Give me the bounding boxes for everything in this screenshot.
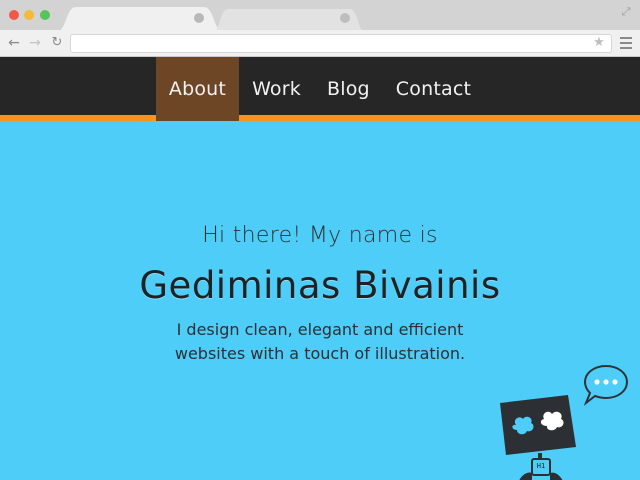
- chat-bubble-icon[interactable]: [582, 363, 630, 407]
- back-arrow-icon[interactable]: ←: [6, 34, 22, 52]
- close-window-button[interactable]: [9, 10, 19, 20]
- nav-item-blog[interactable]: Blog: [314, 57, 383, 121]
- hamburger-menu-icon[interactable]: [620, 37, 632, 49]
- hero-greeting: Hi there! My name is: [202, 223, 438, 248]
- nav-item-contact[interactable]: Contact: [383, 57, 484, 121]
- browser-tab-inactive[interactable]: [214, 7, 364, 31]
- reload-icon[interactable]: ↻: [49, 34, 65, 52]
- nav-item-work[interactable]: Work: [239, 57, 314, 121]
- tab-close-icon[interactable]: [194, 13, 204, 23]
- browser-tab-active[interactable]: [58, 7, 222, 31]
- robot-mascot-illustration: H1: [494, 389, 584, 480]
- hero-tagline: I design clean, elegant and efficient we…: [174, 320, 466, 363]
- browser-toolbar: ← → ↻ ★: [0, 30, 640, 57]
- site-navigation: About Work Blog Contact: [0, 57, 640, 121]
- forward-arrow-icon[interactable]: →: [27, 34, 43, 52]
- maximize-window-button[interactable]: [40, 10, 50, 20]
- robot-badge-label: H1: [536, 462, 546, 470]
- page-content: About Work Blog Contact Hi there! My nam…: [0, 57, 640, 480]
- hero-name: Gediminas Bivainis: [139, 264, 501, 307]
- nav-item-about[interactable]: About: [155, 57, 240, 121]
- tab-close-icon[interactable]: [340, 13, 350, 23]
- minimize-window-button[interactable]: [24, 10, 34, 20]
- fullscreen-icon[interactable]: ⤢: [620, 6, 632, 18]
- browser-title-bar: ⤢: [0, 0, 640, 31]
- bookmark-star-icon[interactable]: ★: [592, 35, 606, 51]
- address-bar[interactable]: [70, 34, 612, 53]
